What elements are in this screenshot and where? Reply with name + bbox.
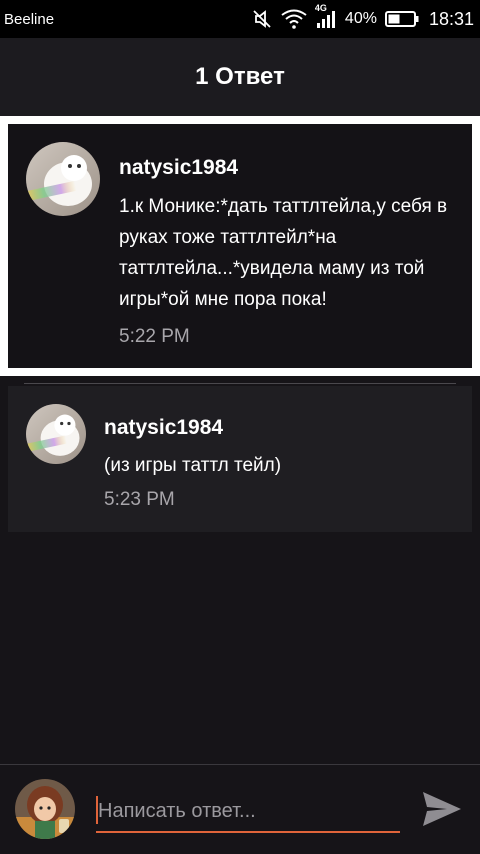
status-bar: Beeline 4G 40% 18:31 [0,0,480,38]
app-header: 1 Ответ [0,38,480,116]
current-user-avatar[interactable] [15,779,75,839]
comment-author[interactable]: natysic1984 [119,156,238,180]
signal-icon: 4G [315,3,337,29]
avatar[interactable] [26,404,86,464]
carrier-name: Beeline [4,10,55,28]
status-icons: 4G 40% 18:31 [251,3,474,30]
comment-timestamp: 5:23 PM [104,489,175,510]
comment-text: 1.к Монике:*дать таттлтейла,у себя в рук… [119,196,448,310]
comment-timestamp: 5:22 PM [119,326,190,347]
network-type: 4G [314,3,327,13]
page-title: 1 Ответ [195,63,285,90]
comment-item[interactable]: natysic1984 (из игры таттл тейл) 5:23 PM [8,386,472,532]
avatar[interactable] [26,142,100,216]
reply-bar [0,764,480,854]
comment-item[interactable]: natysic1984 1.к Монике:*дать таттлтейла,… [8,124,472,368]
battery-percent: 40% [344,10,377,27]
send-icon [423,792,461,826]
wifi-icon [281,9,307,29]
battery-icon [384,10,419,28]
text-cursor [96,796,98,824]
divider [24,383,456,384]
comment-author[interactable]: natysic1984 [104,416,223,440]
reply-input[interactable] [96,791,400,833]
mute-icon [251,8,273,30]
comment-text: (из игры таттл тейл) [104,455,282,476]
clock: 18:31 [428,8,474,29]
send-button[interactable] [418,787,466,831]
